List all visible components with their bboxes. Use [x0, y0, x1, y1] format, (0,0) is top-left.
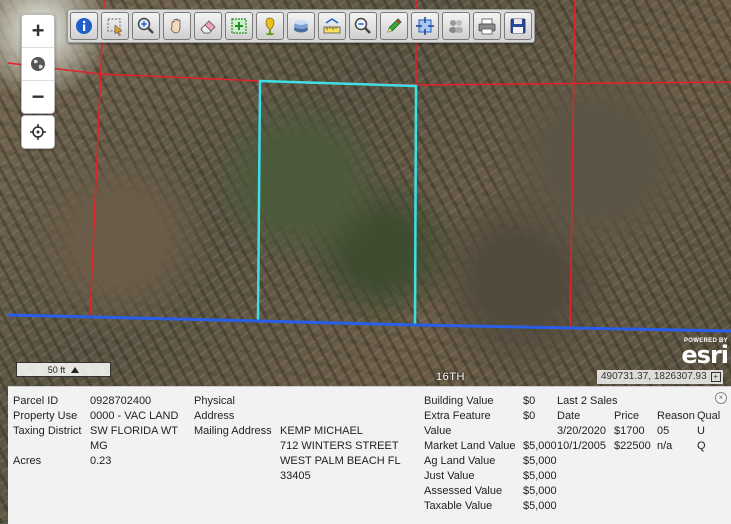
- people-icon: [449, 20, 463, 33]
- extra-feature-value: $0: [523, 410, 536, 422]
- zoom-out-button[interactable]: −: [22, 81, 54, 113]
- sale-2-price: $22500: [614, 440, 651, 452]
- close-popup-icon[interactable]: ×: [715, 392, 727, 404]
- market-land-value: $5,000: [523, 440, 557, 452]
- esri-logo: esri: [681, 341, 729, 369]
- floppy-disk-icon: [510, 18, 526, 34]
- eraser-tool-button[interactable]: [194, 12, 222, 40]
- pan-tool-button[interactable]: [163, 12, 191, 40]
- sale-1-date: 3/20/2020: [557, 425, 606, 437]
- magnifier-icon: [354, 17, 371, 34]
- property-use-label: Property Use: [13, 410, 78, 422]
- ag-land-value: $5,000: [523, 455, 557, 467]
- selected-parcel: [256, 79, 418, 327]
- sale-1-qual: U: [697, 425, 705, 437]
- area-icon: [231, 18, 247, 34]
- parcel-id-label: Parcel ID: [13, 395, 59, 407]
- save-tool-button[interactable]: [504, 12, 532, 40]
- expand-icon[interactable]: +: [710, 372, 721, 382]
- mailing-line-1: KEMP MICHAEL: [280, 425, 363, 437]
- info-icon: [76, 18, 92, 34]
- sales-header-price: Price: [614, 410, 640, 422]
- select-tool-button[interactable]: [101, 12, 129, 40]
- property-use-value: 0000 - VAC LAND: [90, 410, 179, 422]
- sale-2-date: 10/1/2005: [557, 440, 606, 452]
- extra-feature-label-1: Extra Feature: [424, 410, 491, 422]
- crosshair-icon: [30, 124, 46, 140]
- info-tool-button[interactable]: [70, 12, 98, 40]
- parcel-id-value: 0928702400: [90, 395, 152, 407]
- hand-icon: [170, 18, 181, 34]
- sale-2-qual: Q: [697, 440, 706, 452]
- zoom-in-icon: [137, 17, 154, 34]
- building-value-label: Building Value: [424, 395, 494, 407]
- full-extent-tool-button[interactable]: [411, 12, 439, 40]
- layers-icon: [294, 20, 308, 33]
- coordinates-display: 490731.37, 1826307.93 +: [597, 370, 723, 384]
- street-label: 16TH: [436, 371, 465, 383]
- sales-title: Last 2 Sales: [557, 395, 618, 407]
- sale-1-reason: 05: [657, 425, 670, 437]
- parcel-lines: [7, 0, 731, 333]
- road-line: [7, 313, 731, 333]
- mailing-line-2: 712 WINTERS STREET: [280, 440, 399, 452]
- layers-tool-button[interactable]: [287, 12, 315, 40]
- esri-attribution: POWERED BY esri: [668, 338, 729, 369]
- locate-button[interactable]: [21, 115, 55, 149]
- globe-icon: [31, 57, 45, 71]
- market-land-label: Market Land Value: [424, 440, 516, 452]
- eraser-icon: [200, 20, 216, 34]
- ruler-icon: [323, 18, 341, 34]
- triangle-icon: [71, 366, 80, 373]
- physical-address-label-2: Address: [194, 410, 235, 422]
- physical-address-label-1: Physical: [194, 395, 235, 407]
- taxable-value-label: Taxable Value: [424, 500, 493, 512]
- taxing-district-value-2: MG: [90, 440, 108, 452]
- sales-header-reason: Reason: [657, 410, 695, 422]
- scale-label: 50 ft: [47, 364, 66, 375]
- taxing-district-value-1: SW FLORIDA WT: [90, 425, 178, 437]
- mailing-line-4: 33405: [280, 470, 311, 482]
- acres-value: 0.23: [90, 455, 112, 467]
- draw-tool-button[interactable]: [380, 12, 408, 40]
- coordinates-text: 490731.37, 1826307.93: [601, 371, 707, 382]
- assessed-value: $5,000: [523, 485, 557, 497]
- taxable-value: $5,000: [523, 500, 557, 512]
- assessed-value-label: Assessed Value: [424, 485, 503, 497]
- parcel-info-popup: Parcel ID 0928702400 Property Use 0000 -…: [8, 386, 731, 524]
- taxing-district-label: Taxing District: [13, 425, 82, 437]
- globe-button[interactable]: [22, 48, 54, 81]
- zoom-out-tool-button[interactable]: [349, 12, 377, 40]
- ag-land-label: Ag Land Value: [424, 455, 496, 467]
- scale-tool-button[interactable]: [318, 12, 346, 40]
- just-value: $5,000: [523, 470, 557, 482]
- zoom-control: + −: [21, 14, 55, 114]
- acres-label: Acres: [13, 455, 42, 467]
- extra-feature-label-2: Value: [424, 425, 452, 437]
- sales-header-qual: Qual: [697, 410, 721, 422]
- full-extent-icon: [416, 17, 434, 35]
- just-value-label: Just Value: [424, 470, 475, 482]
- mailing-line-3: WEST PALM BEACH FL: [280, 455, 401, 467]
- zoom-in-button[interactable]: +: [22, 15, 54, 48]
- pencil-icon: [387, 18, 402, 33]
- sale-2-reason: n/a: [657, 440, 673, 452]
- measure-area-tool-button[interactable]: [225, 12, 253, 40]
- sales-header-date: Date: [557, 410, 581, 422]
- building-value: $0: [523, 395, 536, 407]
- select-icon: [107, 18, 123, 36]
- map-toolbar: [67, 9, 535, 43]
- pin-icon: [265, 17, 275, 36]
- sale-1-price: $1700: [614, 425, 645, 437]
- mailing-address-label: Mailing Address: [194, 425, 272, 437]
- print-tool-button[interactable]: [442, 12, 470, 40]
- scale-bar: 50 ft: [16, 362, 111, 377]
- printer-tool-button[interactable]: [473, 12, 501, 40]
- pin-tool-button[interactable]: [256, 12, 284, 40]
- printer-icon: [478, 18, 496, 35]
- zoom-in-tool-button[interactable]: [132, 12, 160, 40]
